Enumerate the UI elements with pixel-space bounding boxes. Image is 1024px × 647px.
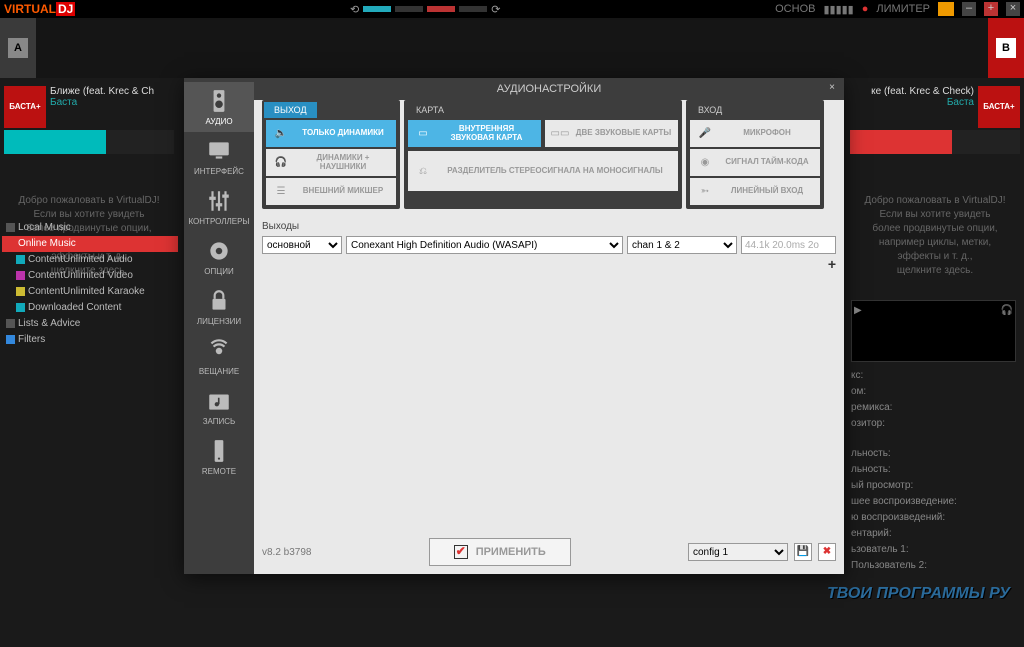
track-info-panel: ▶ 🎧 кс: ом: ремикса: озитор: льность: ль…	[851, 300, 1016, 574]
broadcast-icon	[206, 338, 232, 364]
music-folder-icon	[206, 388, 232, 414]
opt-internal-card[interactable]: ▭ ВНУТРЕННЯЯ ЗВУКОВАЯ КАРТА	[408, 120, 541, 147]
tree-filters[interactable]: Filters	[2, 332, 178, 348]
two-cards-icon: ▭▭	[551, 125, 569, 143]
config-select[interactable]: config 1	[688, 543, 788, 561]
group-card-title: КАРТА	[406, 102, 454, 118]
jack-icon: ➳	[696, 183, 714, 201]
nav-interface[interactable]: ИНТЕРФЕЙС	[184, 132, 254, 182]
deck-b-waveform[interactable]	[850, 130, 1020, 154]
mic-icon: 🎤	[696, 125, 714, 143]
deck-a-badge[interactable]: A	[0, 18, 36, 78]
dialog-body: ВЫХОД 🔈 ТОЛЬКО ДИНАМИКИ 🎧 ДИНАМИКИ + НАУ…	[254, 78, 844, 574]
output-type-select[interactable]: основной	[262, 236, 342, 254]
split-icon: ⎌	[414, 162, 432, 180]
deck-b-panel: ке (feat. Krec & Check) Баста БАСТА+ Доб…	[846, 82, 1024, 282]
lock-icon	[206, 288, 232, 314]
deck-b-artist: Баста	[850, 97, 974, 108]
limiter-label: ЛИМИТЕР	[876, 3, 930, 15]
deck-b-cover[interactable]: БАСТА+	[978, 86, 1020, 128]
mixer-icon: ☰	[272, 183, 290, 201]
group-output: ВЫХОД 🔈 ТОЛЬКО ДИНАМИКИ 🎧 ДИНАМИКИ + НАУ…	[262, 100, 400, 209]
save-config-button[interactable]: 💾	[794, 543, 812, 561]
deck-a-title: Ближе (feat. Krec & Ch	[50, 86, 154, 97]
watermark: ТВОИ ПРОГРАММЫ РУ	[827, 585, 1010, 603]
nav-audio[interactable]: АУДИО	[184, 82, 254, 132]
version-label: v8.2 b3798	[262, 547, 312, 558]
gear-icon	[206, 238, 232, 264]
apply-button[interactable]: ПРИМЕНИТЬ	[429, 538, 571, 566]
maximize-button[interactable]: +	[984, 2, 998, 16]
nav-licenses[interactable]: ЛИЦЕНЗИИ	[184, 282, 254, 332]
opt-speakers-headphones[interactable]: 🎧 ДИНАМИКИ + НАУШНИКИ	[266, 149, 396, 176]
phone-icon	[206, 438, 232, 464]
close-button[interactable]: ×	[1006, 2, 1020, 16]
opt-external-mixer[interactable]: ☰ ВНЕШНИЙ МИКШЕР	[266, 178, 396, 205]
minimize-button[interactable]: –	[962, 2, 976, 16]
opt-speakers-only[interactable]: 🔈 ТОЛЬКО ДИНАМИКИ	[266, 120, 396, 147]
master-label: ОСНОВ	[775, 3, 815, 15]
opt-timecode[interactable]: ◉ СИГНАЛ ТАЙМ-КОДА	[690, 149, 820, 176]
tree-online-music[interactable]: Online Music	[2, 236, 178, 252]
speaker-icon	[206, 88, 232, 114]
tree-cu-video[interactable]: ContentUnlimited Video	[2, 268, 178, 284]
add-output-button[interactable]: +	[828, 256, 836, 272]
vinyl-icon: ◉	[696, 154, 714, 172]
opt-line-in[interactable]: ➳ ЛИНЕЙНЫЙ ВХОД	[690, 178, 820, 205]
tree-lists[interactable]: Lists & Advice	[2, 316, 178, 332]
tree-downloaded[interactable]: Downloaded Content	[2, 300, 178, 316]
opt-stereo-split[interactable]: ⎌ РАЗДЕЛИТЕЛЬ СТЕРЕОСИГНАЛА НА МОНОСИГНА…	[408, 151, 678, 191]
play-icon[interactable]: ▶	[854, 303, 862, 319]
opt-two-cards[interactable]: ▭▭ ДВЕ ЗВУКОВЫЕ КАРТЫ	[545, 120, 678, 147]
headphone-small-icon: 🎧	[272, 154, 290, 172]
opt-microphone[interactable]: 🎤 МИКРОФОН	[690, 120, 820, 147]
monitor-icon	[206, 138, 232, 164]
group-card: КАРТА ▭ ВНУТРЕННЯЯ ЗВУКОВАЯ КАРТА ▭▭ ДВЕ…	[404, 100, 682, 209]
outputs-row: основной Conexant High Definition Audio …	[262, 236, 836, 254]
settings-nav: АУДИО ИНТЕРФЕЙС КОНТРОЛЛЕРЫ ОПЦИИ ЛИЦЕНЗ…	[184, 78, 254, 574]
nav-broadcast[interactable]: ВЕЩАНИЕ	[184, 332, 254, 382]
nav-options[interactable]: ОПЦИИ	[184, 232, 254, 282]
soundcard-icon: ▭	[414, 125, 432, 143]
browser-tree[interactable]: Local Music Online Music ContentUnlimite…	[2, 220, 178, 348]
settings-dialog: АУДИОНАСТРОЙКИ × АУДИО ИНТЕРФЕЙС КОНТРОЛ…	[184, 78, 844, 574]
title-bar: VIRTUALDJ ⟲⟳ ОСНОВ ▮▮▮▮▮ ● ЛИМИТЕР – + ×	[0, 0, 1024, 18]
speaker-small-icon: 🔈	[272, 125, 290, 143]
waveform-row: A B	[0, 18, 1024, 78]
check-icon	[454, 545, 468, 559]
outputs-label: Выходы	[262, 221, 836, 232]
deck-b-badge[interactable]: B	[988, 18, 1024, 78]
sliders-icon	[206, 188, 232, 214]
tree-local-music[interactable]: Local Music	[2, 220, 178, 236]
level-meters: ⟲⟳	[350, 3, 500, 16]
nav-controllers[interactable]: КОНТРОЛЛЕРЫ	[184, 182, 254, 232]
deck-b-title: ке (feat. Krec & Check)	[850, 86, 974, 97]
waveform-overview[interactable]	[36, 18, 988, 78]
nav-record[interactable]: ЗАПИСЬ	[184, 382, 254, 432]
output-sample-field[interactable]	[741, 236, 836, 254]
delete-config-button[interactable]: ✖	[818, 543, 836, 561]
tree-cu-karaoke[interactable]: ContentUnlimited Karaoke	[2, 284, 178, 300]
group-output-title: ВЫХОД	[264, 102, 317, 118]
deck-a-cover[interactable]: БАСТА+	[4, 86, 46, 128]
headphone-icon[interactable]: 🎧	[1001, 303, 1013, 319]
output-channels-select[interactable]: chan 1 & 2	[627, 236, 737, 254]
group-input: ВХОД 🎤 МИКРОФОН ◉ СИГНАЛ ТАЙМ-КОДА ➳ ЛИН…	[686, 100, 824, 209]
video-preview[interactable]: ▶ 🎧	[851, 300, 1016, 362]
deck-a-artist: Баста	[50, 97, 154, 108]
output-device-select[interactable]: Conexant High Definition Audio (WASAPI)	[346, 236, 623, 254]
nav-remote[interactable]: REMOTE	[184, 432, 254, 482]
tree-cu-audio[interactable]: ContentUnlimited Audio	[2, 252, 178, 268]
deck-a-waveform[interactable]	[4, 130, 174, 154]
settings-button-top[interactable]	[938, 2, 954, 16]
group-input-title: ВХОД	[688, 102, 732, 118]
deck-b-welcome[interactable]: Добро пожаловать в VirtualDJ! Если вы хо…	[850, 194, 1020, 278]
app-logo: VIRTUALDJ	[4, 2, 75, 16]
